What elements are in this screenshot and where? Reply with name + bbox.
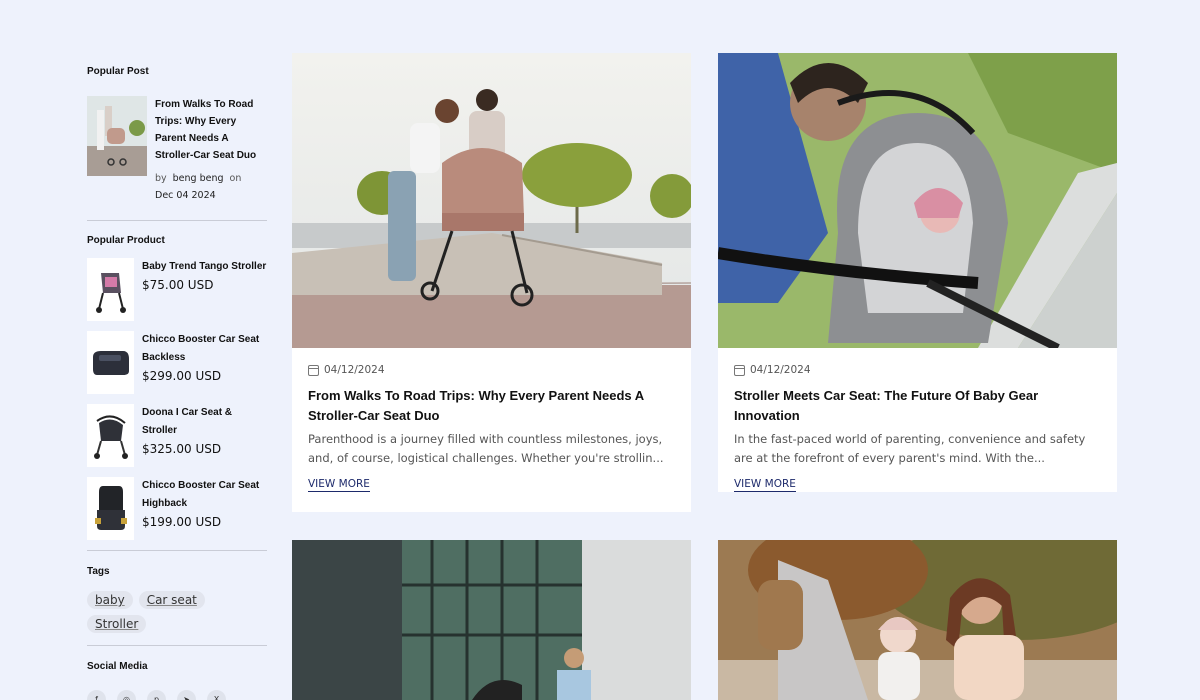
- product-thumbnail[interactable]: [87, 477, 134, 540]
- tags-heading: Tags: [87, 566, 110, 577]
- product-item[interactable]: Chicco Booster Car Seat Highback $199.00…: [87, 477, 267, 541]
- blog-card-image[interactable]: [292, 540, 691, 700]
- blog-card-image[interactable]: [292, 53, 691, 348]
- blog-card-title[interactable]: From Walks To Road Trips: Why Every Pare…: [308, 386, 675, 426]
- by-label: by: [155, 173, 167, 184]
- blog-card-image[interactable]: [718, 540, 1117, 700]
- pinterest-icon[interactable]: p: [147, 690, 166, 700]
- product-list: Baby Trend Tango Stroller $75.00 USD Chi…: [87, 258, 267, 541]
- popular-post-thumbnail[interactable]: [87, 96, 147, 176]
- blog-card-excerpt: In the fast-paced world of parenting, co…: [734, 432, 1086, 465]
- popular-post-item[interactable]: From Walks To Road Trips: Why Every Pare…: [87, 96, 267, 204]
- blog-card: [292, 540, 691, 700]
- blog-card-date-row: 04/12/2024: [308, 364, 675, 376]
- product-thumbnail[interactable]: [87, 258, 134, 321]
- divider: [87, 645, 267, 646]
- blog-card: [718, 540, 1117, 700]
- product-item[interactable]: Chicco Booster Car Seat Backless $299.00…: [87, 331, 267, 395]
- x-icon[interactable]: X: [207, 690, 226, 700]
- product-price: $75.00 USD: [142, 278, 214, 292]
- popular-post-heading: Popular Post: [87, 66, 149, 77]
- product-name[interactable]: Doona I Car Seat & Stroller: [142, 404, 267, 440]
- product-price: $299.00 USD: [142, 369, 222, 383]
- calendar-icon: [734, 364, 745, 376]
- blog-card-title[interactable]: Stroller Meets Car Seat: The Future Of B…: [734, 386, 1101, 426]
- view-more-link[interactable]: VIEW MORE: [308, 478, 370, 492]
- product-thumbnail[interactable]: [87, 331, 134, 394]
- product-price: $325.00 USD: [142, 442, 222, 456]
- popular-post-title[interactable]: From Walks To Road Trips: Why Every Pare…: [155, 96, 267, 164]
- product-name[interactable]: Chicco Booster Car Seat Backless: [142, 331, 267, 367]
- social-media-heading: Social Media: [87, 661, 148, 672]
- on-label: on: [229, 173, 242, 184]
- divider: [87, 550, 267, 551]
- tag-stroller[interactable]: Stroller: [87, 615, 147, 633]
- blog-card: 04/12/2024 From Walks To Road Trips: Why…: [292, 53, 691, 512]
- facebook-icon[interactable]: f: [87, 690, 106, 700]
- product-name[interactable]: Baby Trend Tango Stroller: [142, 258, 267, 276]
- divider: [87, 220, 267, 221]
- telegram-icon[interactable]: ➤: [177, 690, 196, 700]
- product-item[interactable]: Baby Trend Tango Stroller $75.00 USD: [87, 258, 267, 322]
- product-name[interactable]: Chicco Booster Car Seat Highback: [142, 477, 267, 513]
- tag-car-seat[interactable]: Car seat: [138, 591, 205, 609]
- popular-post-meta: by beng beng on Dec 04 2024: [155, 170, 267, 204]
- product-price: $199.00 USD: [142, 515, 222, 529]
- blog-card: 04/12/2024 Stroller Meets Car Seat: The …: [718, 53, 1117, 492]
- instagram-icon[interactable]: ◎: [117, 690, 136, 700]
- blog-card-date: 04/12/2024: [324, 364, 385, 376]
- product-item[interactable]: Doona I Car Seat & Stroller $325.00 USD: [87, 404, 267, 468]
- social-icons: f ◎ p ➤ X: [87, 690, 267, 700]
- product-thumbnail[interactable]: [87, 404, 134, 467]
- tag-list: baby Car seat Stroller: [87, 591, 257, 639]
- view-more-link[interactable]: VIEW MORE: [734, 478, 796, 492]
- blog-card-date-row: 04/12/2024: [734, 364, 1101, 376]
- blog-card-excerpt: Parenthood is a journey filled with coun…: [308, 432, 664, 465]
- popular-product-heading: Popular Product: [87, 235, 165, 246]
- sidebar: Popular Post From Walks To Road Trips: W…: [87, 66, 267, 700]
- calendar-icon: [308, 364, 319, 376]
- tag-baby[interactable]: baby: [87, 591, 133, 609]
- blog-card-date: 04/12/2024: [750, 364, 811, 376]
- blog-card-image[interactable]: [718, 53, 1117, 348]
- post-date: Dec 04 2024: [155, 190, 216, 201]
- post-author[interactable]: beng beng: [173, 173, 224, 184]
